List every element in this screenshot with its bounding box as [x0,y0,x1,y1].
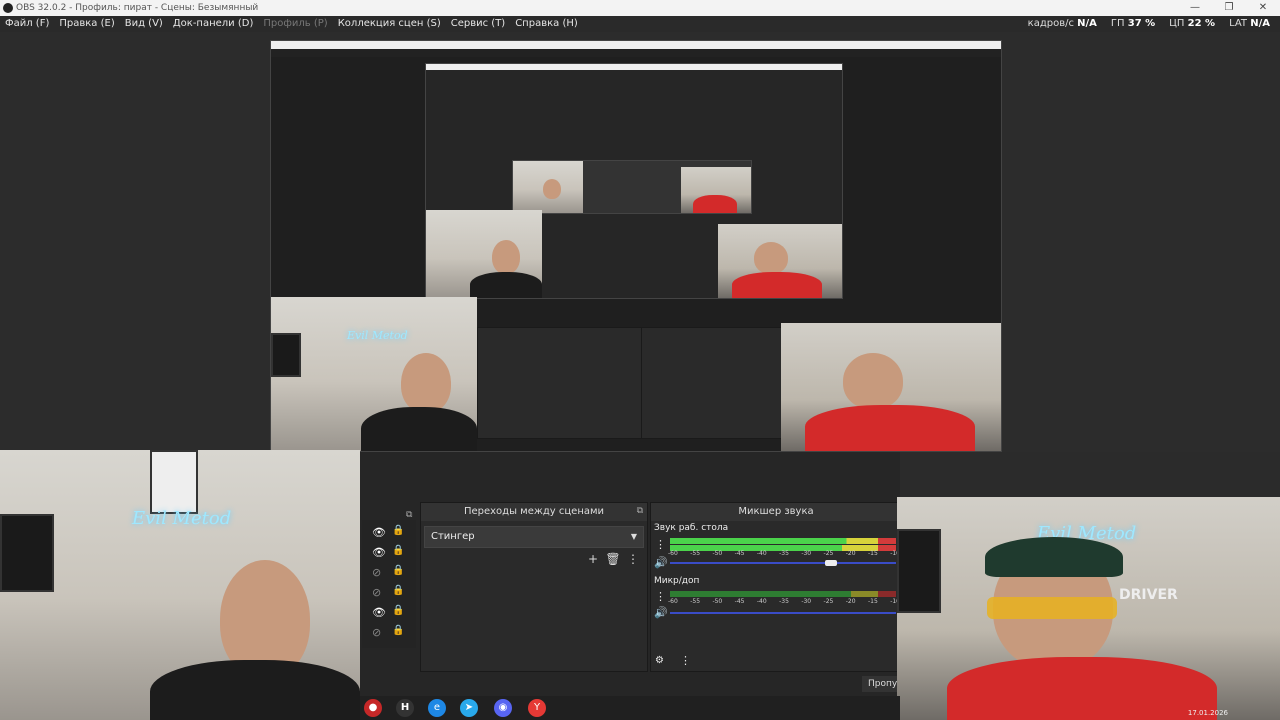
scene-row[interactable]: 👁 🔒 [362,522,416,542]
transition-value: Стингер [431,531,475,542]
eye-hidden-icon[interactable]: ⊘ [372,566,381,579]
monitor-left [0,514,54,592]
taskbar: ● H e ➤ ◉ Y [360,696,900,720]
eye-icon[interactable]: 👁 [372,526,386,539]
lock-icon[interactable]: 🔒 [392,605,404,616]
webcam-right: Evil Metod DRIVER 17.01.2026 [897,497,1280,720]
maximize-button[interactable]: ❐ [1212,0,1246,16]
edge-icon[interactable]: e [428,699,446,717]
lock-icon[interactable]: 🔒 [392,625,404,636]
nested-mixer-panel [641,327,783,439]
window-title: OBS 32.0.2 - Профиль: пират - Сцены: Без… [16,3,259,13]
mic-audio-meter [670,591,896,597]
discord-icon[interactable]: ◉ [494,699,512,717]
window-titlebar: OBS 32.0.2 - Профиль: пират - Сцены: Без… [0,0,1280,16]
chevron-down-icon: ▼ [630,532,637,541]
menu-tools[interactable]: Сервис (T) [451,16,505,32]
eye-icon[interactable]: 👁 [372,606,386,619]
nested-left-cam [426,210,542,298]
neon-sign-left: Evil Metod [132,508,232,529]
scene-row[interactable]: ⊘ 🔒 [362,562,416,582]
nested-right-cam [718,224,842,298]
menu-edit[interactable]: Правка (E) [59,16,114,32]
undock-icon[interactable]: ⧉ [637,506,643,516]
scene-row[interactable]: ⊘ 🔒 [362,582,416,602]
trash-icon[interactable]: 🗑 [605,552,621,568]
fps-stat: кадров/с N/A [1027,18,1097,29]
taskbar-clock: 17.01.2026 [1187,709,1228,717]
menu-view[interactable]: Вид (V) [125,16,163,32]
lock-icon[interactable]: 🔒 [392,585,404,596]
cpu-stat: ЦП 22 % [1169,18,1216,29]
menu-docks[interactable]: Док-панели (D) [173,16,254,32]
transitions-title: Переходы между сценами [421,503,647,521]
scenes-list: 👁 🔒 👁 🔒 ⊘ 🔒 ⊘ 🔒 👁 🔒 ⊘ 🔒 [362,520,416,648]
obs-app-icon[interactable]: ● [364,699,382,717]
nested-right-webcam [781,323,1001,451]
more-icon[interactable]: ⋮ [655,538,666,551]
chair-banner: DRIVER [1119,587,1178,603]
obs-logo-icon [3,3,13,13]
transition-select[interactable]: Стингер ▼ [424,526,644,548]
nested-transitions-panel [477,327,643,439]
eye-hidden-icon[interactable]: ⊘ [372,586,381,599]
scenes-undock[interactable]: ⧉ [406,502,418,520]
scene-row[interactable]: 👁 🔒 [362,602,416,622]
nested-left-webcam: Evil Metod [271,297,477,451]
close-button[interactable]: ✕ [1246,0,1280,16]
scene-row[interactable]: 👁 🔒 [362,542,416,562]
more-icon[interactable]: ⋮ [680,654,691,667]
lock-icon[interactable]: 🔒 [392,545,404,556]
yandex-browser-icon[interactable]: Y [528,699,546,717]
menu-scene-collection[interactable]: Коллекция сцен (S) [338,16,441,32]
mic-audio-scale: -60 -55 -50 -45 -40 -35 -30 -25 -20 -15 -10 [668,598,900,605]
speaker-icon[interactable]: 🔊 [654,556,668,569]
speaker-icon[interactable]: 🔊 [654,606,668,619]
telegram-icon[interactable]: ➤ [460,699,478,717]
monitor-right [897,529,941,613]
gpu-stat: ГП 37 % [1110,18,1156,29]
menu-file[interactable]: Файл (F) [5,16,49,32]
lock-icon[interactable]: 🔒 [392,565,404,576]
gear-icon[interactable]: ⚙ [655,655,664,666]
wall-poster [150,450,198,514]
neon-sign-small: Evil Metod [347,329,408,342]
mixer-title: Микшер звука [651,503,901,521]
latency-stat: LAT N/A [1229,18,1270,29]
menu-profile[interactable]: Профиль (P) [263,16,327,32]
eye-icon[interactable]: 👁 [372,546,386,559]
h-app-icon[interactable]: H [396,699,414,717]
more-icon[interactable]: ⋮ [625,552,641,568]
window-controls: — ❐ ✕ [1178,0,1280,16]
desktop-audio-meter [670,538,896,544]
desktop-audio-label: Звук раб. стола [654,523,729,533]
more-icon[interactable]: ⋮ [655,590,666,603]
scene-row[interactable]: ⊘ 🔒 [362,622,416,642]
desktop-volume-slider[interactable] [670,562,896,564]
cap [985,537,1123,577]
menu-bar: Файл (F) Правка (E) Вид (V) Док-панели (… [0,16,1280,32]
nested-capture-3 [512,160,752,214]
menu-help[interactable]: Справка (H) [515,16,578,32]
glasses [987,597,1117,619]
eye-hidden-icon[interactable]: ⊘ [372,626,381,639]
webcam-left: Evil Metod [0,450,360,720]
desktop-volume-knob[interactable] [825,560,837,566]
minimize-button[interactable]: — [1178,0,1212,16]
mic-volume-slider[interactable] [670,612,896,614]
nested-capture-2 [425,63,843,299]
stats-bar: кадров/с N/A ГП 37 % ЦП 22 % LAT N/A [1028,16,1270,32]
nested-capture-1: Evil Metod [270,40,1002,452]
desktop-audio-scale: -60 -55 -50 -45 -40 -35 -30 -25 -20 -15 -10 [668,550,900,557]
mic-aux-label: Микр/доп [654,576,700,586]
add-transition-button[interactable]: + [585,552,601,568]
lock-icon[interactable]: 🔒 [392,525,404,536]
